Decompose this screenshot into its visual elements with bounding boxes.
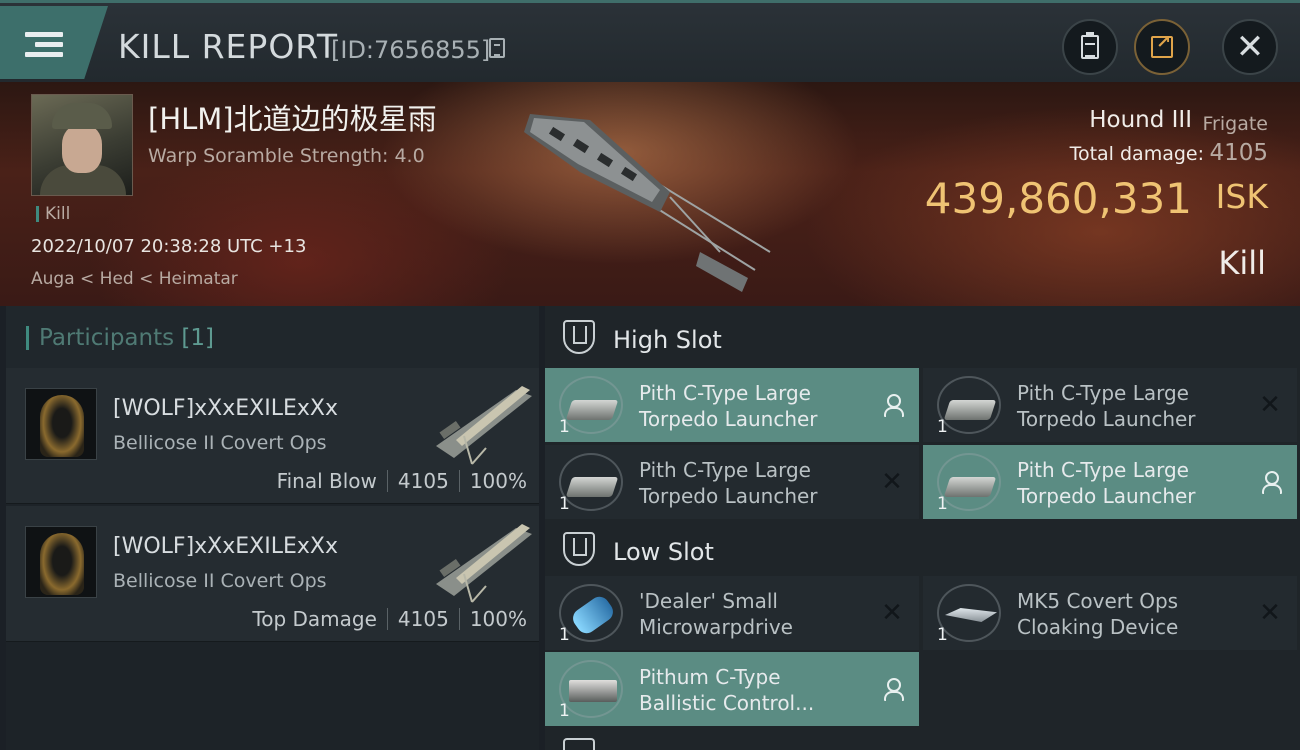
page-title: KILL REPORT xyxy=(118,27,338,66)
fitting-panel: High Slot 1 Pith C-Type Large Torpedo La… xyxy=(545,306,1300,750)
participant-avatar[interactable] xyxy=(25,388,97,460)
low-slot-header: Low Slot xyxy=(545,518,1300,580)
module-quantity: 1 xyxy=(937,417,948,437)
participants-title: Participants [1] xyxy=(26,326,214,350)
victim-portrait[interactable] xyxy=(31,94,133,196)
module-quantity: 1 xyxy=(937,494,948,514)
module-slot[interactable]: 1 MK5 Covert Ops Cloaking Device ✕ xyxy=(923,576,1297,650)
destroyed-x-icon: ✕ xyxy=(1259,598,1281,628)
dropped-person-icon xyxy=(881,678,904,701)
participants-panel: Participants [1] [WOLF]xXxEXILExXx Belli… xyxy=(6,306,539,750)
hamburger-menu-icon xyxy=(25,32,63,58)
next-slot-icon xyxy=(563,738,595,750)
module-quantity: 1 xyxy=(559,494,570,514)
victim-ship-image[interactable] xyxy=(520,102,780,292)
high-slot-title: High Slot xyxy=(613,326,722,354)
module-slot[interactable]: 1 Pith C-Type Large Torpedo Launcher ✕ xyxy=(923,368,1297,442)
module-quantity: 1 xyxy=(559,701,570,721)
victim-ship-class: Frigate xyxy=(1202,113,1268,135)
destroyed-x-icon: ✕ xyxy=(881,467,903,497)
share-icon xyxy=(1151,32,1173,58)
menu-button[interactable] xyxy=(0,6,108,79)
module-name: MK5 Covert Ops Cloaking Device xyxy=(1017,589,1179,639)
participant-damage: 4105 xyxy=(397,607,449,631)
module-name: Pith C-Type Large Torpedo Launcher xyxy=(639,458,818,508)
dropped-person-icon xyxy=(1259,471,1282,494)
participant-percent: 100% xyxy=(469,607,527,631)
total-damage-label: Total damage: xyxy=(1069,143,1204,165)
participant-stats: Final Blow 4105 100% xyxy=(277,469,527,493)
isk-unit: ISK xyxy=(1215,177,1268,216)
participant-ship-image[interactable] xyxy=(426,376,536,468)
module-slot[interactable]: 1 'Dealer' Small Microwarpdrive ✕ xyxy=(545,576,919,650)
report-id: [ID:7656855] xyxy=(331,36,491,64)
high-slot-icon xyxy=(563,320,595,354)
warp-scramble-strength: Warp Soramble Strength: 4.0 xyxy=(148,145,425,167)
victim-ship-name[interactable]: Hound III xyxy=(1089,107,1192,133)
module-name: Pithum C-Type Ballistic Control... xyxy=(639,665,815,715)
share-button[interactable] xyxy=(1134,19,1190,75)
participants-count: [1] xyxy=(181,325,215,351)
module-quantity: 1 xyxy=(559,417,570,437)
result-label: Kill xyxy=(1218,244,1266,282)
module-slot[interactable]: 1 Pithum C-Type Ballistic Control... xyxy=(545,652,919,726)
high-slot-header: High Slot xyxy=(545,306,1300,368)
participant-role: Top Damage xyxy=(252,607,377,631)
module-quantity: 1 xyxy=(937,625,948,645)
destroyed-x-icon: ✕ xyxy=(881,598,903,628)
participant-name: [WOLF]xXxEXILExXx xyxy=(113,396,338,421)
module-name: Pith C-Type Large Torpedo Launcher xyxy=(1017,381,1196,431)
low-slot-icon xyxy=(563,532,595,566)
module-slot[interactable]: 1 Pith C-Type Large Torpedo Launcher ✕ xyxy=(545,445,919,519)
destroyed-x-icon: ✕ xyxy=(1259,390,1281,420)
clipboard-icon xyxy=(1081,32,1099,59)
participants-header: Participants [1] xyxy=(6,306,539,368)
participant-stats: Top Damage 4105 100% xyxy=(252,607,527,631)
module-name: Pith C-Type Large Torpedo Launcher xyxy=(639,381,818,431)
victim-name[interactable]: [HLM]北道边的极星雨 xyxy=(148,96,437,138)
module-name: 'Dealer' Small Microwarpdrive xyxy=(639,589,793,639)
kill-datetime: 2022/10/07 20:38:28 UTC +13 xyxy=(31,236,307,257)
module-slot[interactable]: 1 Pith C-Type Large Torpedo Launcher xyxy=(923,445,1297,519)
participant-role: Final Blow xyxy=(276,469,377,493)
module-slot[interactable]: 1 Pith C-Type Large Torpedo Launcher xyxy=(545,368,919,442)
participant-ship: Bellicose II Covert Ops xyxy=(113,570,327,592)
participant-name: [WOLF]xXxEXILExXx xyxy=(113,534,338,559)
kill-tag: Kill xyxy=(36,206,70,223)
total-damage-value: 4105 xyxy=(1209,140,1268,166)
participant-row[interactable]: [WOLF]xXxEXILExXx Bellicose II Covert Op… xyxy=(6,368,539,504)
low-slot-title: Low Slot xyxy=(613,538,714,566)
module-quantity: 1 xyxy=(559,625,570,645)
close-button[interactable]: ✕ xyxy=(1222,19,1278,75)
kill-banner: [HLM]北道边的极星雨 Warp Soramble Strength: 4.0… xyxy=(0,82,1300,306)
participant-ship-image[interactable] xyxy=(426,514,536,606)
clipboard-button[interactable] xyxy=(1062,19,1118,75)
participant-ship: Bellicose II Covert Ops xyxy=(113,432,327,454)
participant-damage: 4105 xyxy=(397,469,449,493)
kill-location[interactable]: Auga < Hed < Heimatar xyxy=(31,269,238,289)
participant-percent: 100% xyxy=(469,469,527,493)
isk-value: 439,860,331 xyxy=(924,174,1192,223)
dropped-person-icon xyxy=(881,394,904,417)
participant-avatar[interactable] xyxy=(25,526,97,598)
copy-icon[interactable] xyxy=(489,38,505,58)
module-name: Pith C-Type Large Torpedo Launcher xyxy=(1017,458,1196,508)
title-bar: KILL REPORT [ID:7656855] ✕ xyxy=(0,0,1300,82)
participant-row[interactable]: [WOLF]xXxEXILExXx Bellicose II Covert Op… xyxy=(6,506,539,642)
close-icon: ✕ xyxy=(1235,27,1265,67)
participants-label: Participants xyxy=(39,325,175,351)
